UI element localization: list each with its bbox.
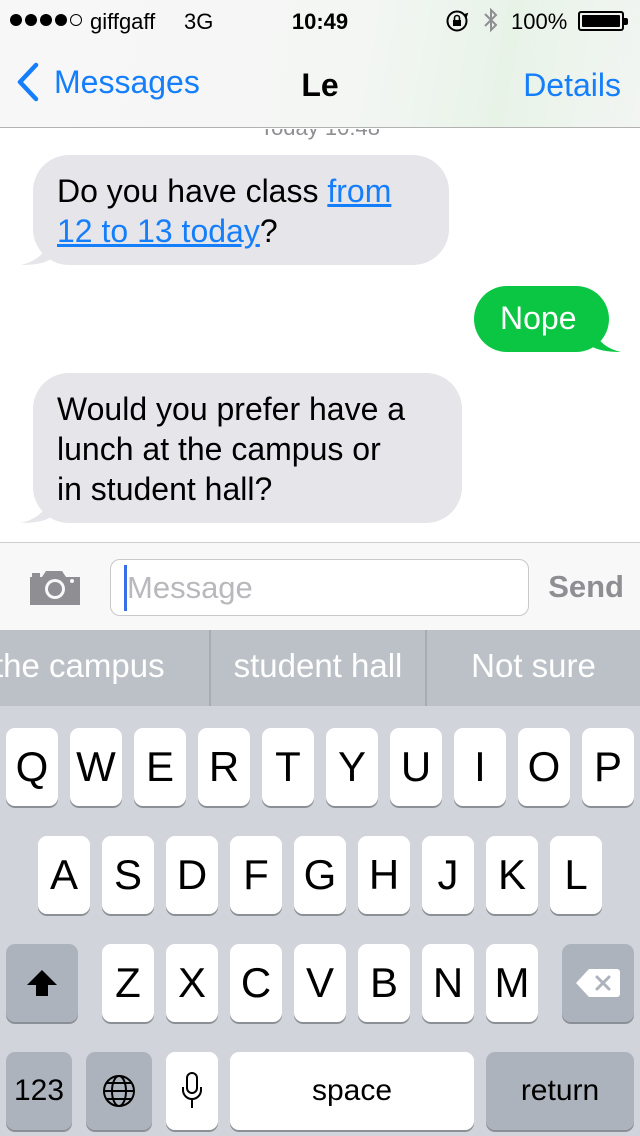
key-d[interactable]: D [166, 836, 218, 914]
message-line: Would you prefer have a [57, 391, 406, 427]
microphone-icon [182, 1072, 202, 1108]
dictation-key[interactable] [166, 1052, 218, 1130]
bubble-tail [21, 493, 51, 523]
key-n[interactable]: N [422, 944, 474, 1022]
keyboard: Q W E R T Y U I O P A S D F G H J K L Z … [0, 706, 640, 1136]
key-b[interactable]: B [358, 944, 410, 1022]
battery-level-fill [582, 15, 620, 27]
bluetooth-icon [484, 7, 498, 33]
return-key[interactable]: return [486, 1052, 634, 1130]
key-m[interactable]: M [486, 944, 538, 1022]
status-bar: giffgaff 3G 10:49 100% [0, 0, 640, 40]
message-text-end: ? [259, 213, 278, 249]
key-h[interactable]: H [358, 836, 410, 914]
key-u[interactable]: U [390, 728, 442, 806]
key-o[interactable]: O [518, 728, 570, 806]
suggestion-label: the campus [0, 647, 165, 684]
message-text: Nope [500, 300, 577, 336]
suggestion-3[interactable]: Not sure [427, 630, 640, 706]
incoming-message-bubble[interactable]: Would you prefer have a lunch at the cam… [21, 373, 462, 523]
globe-icon [103, 1075, 135, 1107]
key-z[interactable]: Z [102, 944, 154, 1022]
message-timestamp: Today 10:48 [0, 129, 640, 141]
key-k[interactable]: K [486, 836, 538, 914]
suggestion-2[interactable]: student hall [211, 630, 427, 706]
key-s[interactable]: S [102, 836, 154, 914]
key-e[interactable]: E [134, 728, 186, 806]
globe-key[interactable] [86, 1052, 152, 1130]
space-key[interactable]: space [230, 1052, 474, 1130]
delete-key[interactable] [562, 944, 634, 1022]
key-f[interactable]: F [230, 836, 282, 914]
incoming-message-bubble[interactable]: Do you have class from 12 to 13 today? [21, 155, 449, 265]
message-line: lunch at the campus or [57, 431, 381, 467]
key-y[interactable]: Y [326, 728, 378, 806]
key-j[interactable]: J [422, 836, 474, 914]
send-button[interactable]: Send [548, 569, 624, 605]
key-i[interactable]: I [454, 728, 506, 806]
navigation-bar: Messages Le Details [0, 40, 640, 128]
bubble-tail [21, 235, 51, 265]
details-button[interactable]: Details [523, 67, 621, 104]
message-text: Do you have class [57, 173, 328, 209]
date-link[interactable]: from [327, 173, 391, 209]
camera-icon[interactable] [28, 567, 82, 607]
key-a[interactable]: A [38, 836, 90, 914]
rotation-lock-icon [446, 10, 469, 32]
message-input[interactable] [110, 559, 529, 616]
backspace-icon [576, 969, 620, 997]
key-r[interactable]: R [198, 728, 250, 806]
suggestion-1[interactable]: the campus [0, 630, 211, 706]
header: giffgaff 3G 10:49 100% Messages Le Detai… [0, 0, 640, 128]
predictive-text-bar: the campus student hall Not sure [0, 630, 640, 706]
bubble-tail [591, 322, 621, 352]
suggestion-label: Not sure [471, 647, 596, 684]
key-t[interactable]: T [262, 728, 314, 806]
shift-key[interactable] [6, 944, 78, 1022]
key-l[interactable]: L [550, 836, 602, 914]
key-x[interactable]: X [166, 944, 218, 1022]
key-c[interactable]: C [230, 944, 282, 1022]
key-q[interactable]: Q [6, 728, 58, 806]
suggestion-label: student hall [233, 647, 403, 684]
key-p[interactable]: P [582, 728, 634, 806]
key-g[interactable]: G [294, 836, 346, 914]
message-composer: Send [0, 542, 640, 630]
key-w[interactable]: W [70, 728, 122, 806]
numbers-key[interactable]: 123 [6, 1052, 72, 1130]
battery-icon [578, 11, 628, 31]
shift-arrow-icon [27, 970, 57, 996]
outgoing-message-bubble[interactable]: Nope [474, 286, 621, 352]
conversation-view[interactable]: Today 10:48 Do you have class from 12 to … [0, 129, 640, 542]
key-v[interactable]: V [294, 944, 346, 1022]
date-link-continued[interactable]: 12 to 13 today [57, 213, 260, 249]
message-line: in student hall? [57, 471, 273, 507]
battery-percentage: 100% [511, 9, 568, 34]
